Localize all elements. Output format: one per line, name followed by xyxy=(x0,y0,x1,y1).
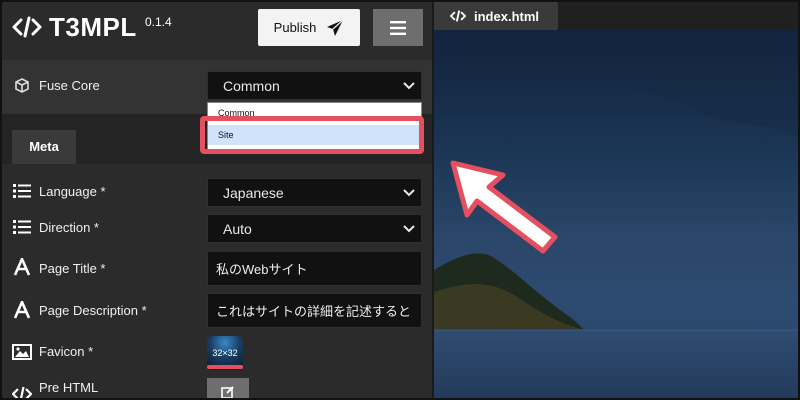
edit-icon xyxy=(221,386,234,398)
fuse-core-value: Common xyxy=(223,78,280,94)
page-title-label: Page Title * xyxy=(39,261,106,276)
code-icon xyxy=(12,16,42,38)
cube-icon xyxy=(15,78,29,93)
chevron-down-icon xyxy=(403,189,415,197)
page-title-input[interactable]: 私のWebサイト xyxy=(207,251,422,286)
favicon-label: Favicon * xyxy=(39,344,94,359)
menu-icon xyxy=(390,20,406,35)
app-title: T3MPL xyxy=(49,12,137,42)
chevron-down-icon xyxy=(403,225,415,233)
chevron-down-icon xyxy=(403,82,415,90)
publish-label: Publish xyxy=(273,20,317,35)
pre-html-label: Pre HTML xyxy=(39,380,99,395)
image-icon xyxy=(12,344,32,360)
code-icon xyxy=(12,386,32,398)
highlight-box xyxy=(200,116,424,154)
favicon-accent-bar xyxy=(207,365,243,369)
tab-meta[interactable]: Meta xyxy=(12,130,76,164)
language-value: Japanese xyxy=(223,185,284,201)
direction-label: Direction * xyxy=(39,220,99,235)
page-description-label: Page Description * xyxy=(39,303,147,318)
code-icon xyxy=(450,10,466,22)
send-icon xyxy=(327,19,344,36)
list-icon xyxy=(13,220,31,234)
tab-index-html[interactable]: index.html xyxy=(434,2,558,30)
page-description-input[interactable]: これはサイトの詳細を記述すると xyxy=(207,293,422,328)
favicon-size: 32×32 xyxy=(212,348,238,358)
app-window: T3MPL 0.1.4 Publish Fuse Core Common Met… xyxy=(0,0,800,400)
font-icon xyxy=(13,301,31,319)
direction-select[interactable]: Auto xyxy=(207,214,422,243)
direction-value: Auto xyxy=(223,221,252,237)
fuse-core-label: Fuse Core xyxy=(39,78,100,93)
menu-button[interactable] xyxy=(373,9,423,46)
font-icon xyxy=(13,258,31,276)
callout-arrow-icon xyxy=(450,160,558,254)
pre-html-edit-button[interactable] xyxy=(207,378,249,398)
publish-button[interactable]: Publish xyxy=(258,9,360,46)
editor-panel: T3MPL 0.1.4 Publish Fuse Core Common Met… xyxy=(2,2,432,398)
language-select[interactable]: Japanese xyxy=(207,178,422,207)
fuse-core-select[interactable]: Common xyxy=(207,71,422,100)
app-version: 0.1.4 xyxy=(145,15,172,29)
list-icon xyxy=(13,184,31,198)
language-label: Language * xyxy=(39,184,106,199)
preview-tab-label: index.html xyxy=(474,8,540,24)
